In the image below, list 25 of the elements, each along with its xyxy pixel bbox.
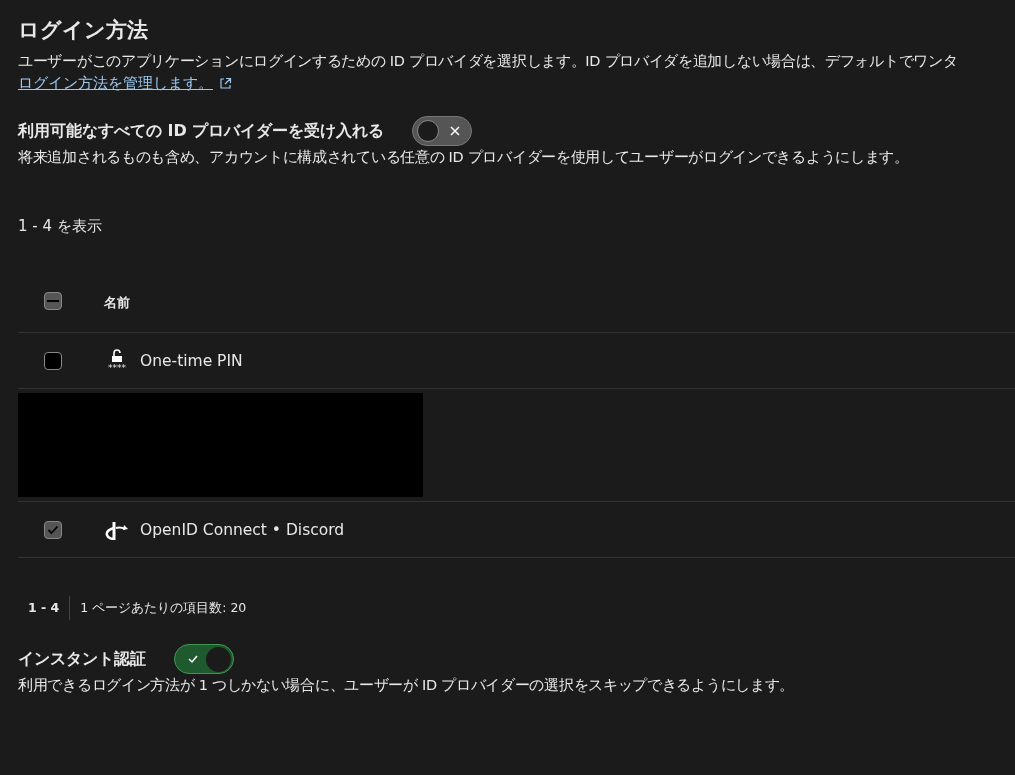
close-icon bbox=[449, 125, 462, 137]
toggle-label: 利用可能なすべての ID プロバイダーを受け入れる bbox=[18, 120, 385, 142]
toggle-switch[interactable] bbox=[174, 644, 234, 674]
column-header[interactable]: 名前 bbox=[104, 294, 130, 312]
toggle-description: 将来追加されるものも含め、アカウントに構成されている任意の ID プロバイダーを使用してユーザーがログインできるようにします。 bbox=[18, 148, 910, 167]
select-all-checkbox[interactable] bbox=[44, 292, 62, 310]
toggle-switch[interactable] bbox=[412, 116, 473, 146]
pin-mask-text: **** bbox=[108, 362, 126, 373]
manage-link[interactable]: ログイン方法を管理します。 bbox=[18, 72, 213, 94]
page-range: 1 - 4 bbox=[28, 596, 71, 620]
external-link-icon bbox=[219, 76, 232, 90]
provider-name: OpenID Connect • Discord bbox=[140, 520, 345, 539]
checkmark-icon bbox=[187, 654, 199, 664]
items-per-page: 1 ページあたりの項目数: 20 bbox=[79, 599, 247, 617]
description: ユーザーがこのアプリケーションにログインするための ID プロバイダを選択します。ID プロバイダを追加しない場合は、デフォルトでワンタ bbox=[18, 52, 959, 71]
page-title: ログイン方法 bbox=[18, 17, 149, 44]
openid-icon bbox=[104, 519, 130, 540]
result-count: 1 - 4 を表示 bbox=[18, 217, 103, 236]
checkmark-icon bbox=[47, 524, 59, 535]
toggle-description: 利用できるログイン方法が 1 つしかない場合に、ユーザーが ID プロバイダーの選択をスキップできるようにします。 bbox=[18, 676, 795, 695]
padlock-icon bbox=[110, 348, 124, 363]
provider-name: One-time PIN bbox=[140, 351, 243, 370]
row-checkbox[interactable] bbox=[44, 520, 62, 539]
toggle-label: インスタント認証 bbox=[18, 648, 146, 670]
row-checkbox[interactable] bbox=[44, 351, 62, 370]
